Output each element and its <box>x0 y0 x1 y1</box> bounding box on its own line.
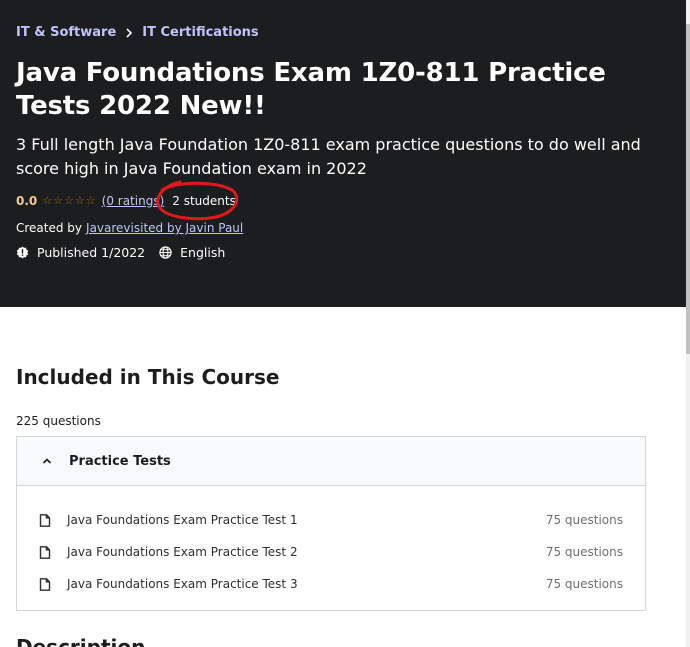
practice-test-title: Java Foundations Exam Practice Test 2 <box>67 545 298 559</box>
published-text: Published 1/2022 <box>37 245 146 260</box>
published-date: Published 1/2022 <box>16 245 145 260</box>
breadcrumb: IT & Software IT Certifications <box>16 25 259 40</box>
practice-test-question-count: 75 questions <box>545 545 623 559</box>
list-item[interactable]: Java Foundations Exam Practice Test 2 75… <box>17 536 645 568</box>
star-empty-icon: ☆ <box>42 194 53 207</box>
accordion-title: Practice Tests <box>69 453 171 469</box>
language-text: English <box>180 245 226 260</box>
instructor-link[interactable]: Javarevisited by Javin Paul <box>86 221 243 235</box>
alert-badge-icon <box>16 246 29 259</box>
list-item[interactable]: Java Foundations Exam Practice Test 1 75… <box>17 504 645 536</box>
document-icon <box>39 577 51 591</box>
practice-test-question-count: 75 questions <box>545 513 623 527</box>
document-icon <box>39 545 51 559</box>
creator-row: Created by Javarevisited by Javin Paul <box>16 221 243 235</box>
page-scrollbar[interactable] <box>686 0 690 647</box>
total-question-count: 225 questions <box>16 414 101 428</box>
included-section-title: Included in This Course <box>16 365 280 389</box>
course-language: English <box>159 245 225 260</box>
star-empty-icon: ☆ <box>53 194 64 207</box>
document-icon <box>39 513 51 527</box>
scrollbar-thumb[interactable] <box>686 24 690 354</box>
rating-score: 0.0 <box>16 194 38 208</box>
chevron-up-icon <box>41 455 53 467</box>
breadcrumb-it-certifications[interactable]: IT Certifications <box>142 25 258 40</box>
practice-test-title: Java Foundations Exam Practice Test 1 <box>67 513 298 527</box>
practice-test-question-count: 75 questions <box>545 577 623 591</box>
description-section-title: Description <box>16 635 146 647</box>
chevron-right-icon <box>125 27 133 38</box>
star-empty-icon: ☆ <box>85 194 96 207</box>
breadcrumb-it-software[interactable]: IT & Software <box>16 25 116 40</box>
practice-test-title: Java Foundations Exam Practice Test 3 <box>67 577 298 591</box>
globe-icon <box>159 246 172 259</box>
practice-test-list: Java Foundations Exam Practice Test 1 75… <box>17 486 645 600</box>
course-header: IT & Software IT Certifications Java Fou… <box>0 0 686 307</box>
created-by-label: Created by <box>16 221 83 235</box>
red-circle-annotation <box>156 180 239 221</box>
practice-tests-accordion: Practice Tests Java Foundations Exam Pra… <box>16 436 646 611</box>
star-empty-icon: ☆ <box>74 194 85 207</box>
course-subtitle: 3 Full length Java Foundation 1Z0-811 ex… <box>16 135 641 178</box>
course-meta: Published 1/2022 English <box>16 245 239 260</box>
star-rating: ☆ ☆ ☆ ☆ ☆ <box>42 195 96 207</box>
list-item[interactable]: Java Foundations Exam Practice Test 3 75… <box>17 568 645 600</box>
accordion-header[interactable]: Practice Tests <box>17 437 645 486</box>
course-title: Java Foundations Exam 1Z0-811 Practice T… <box>16 58 606 121</box>
star-empty-icon: ☆ <box>64 194 74 207</box>
